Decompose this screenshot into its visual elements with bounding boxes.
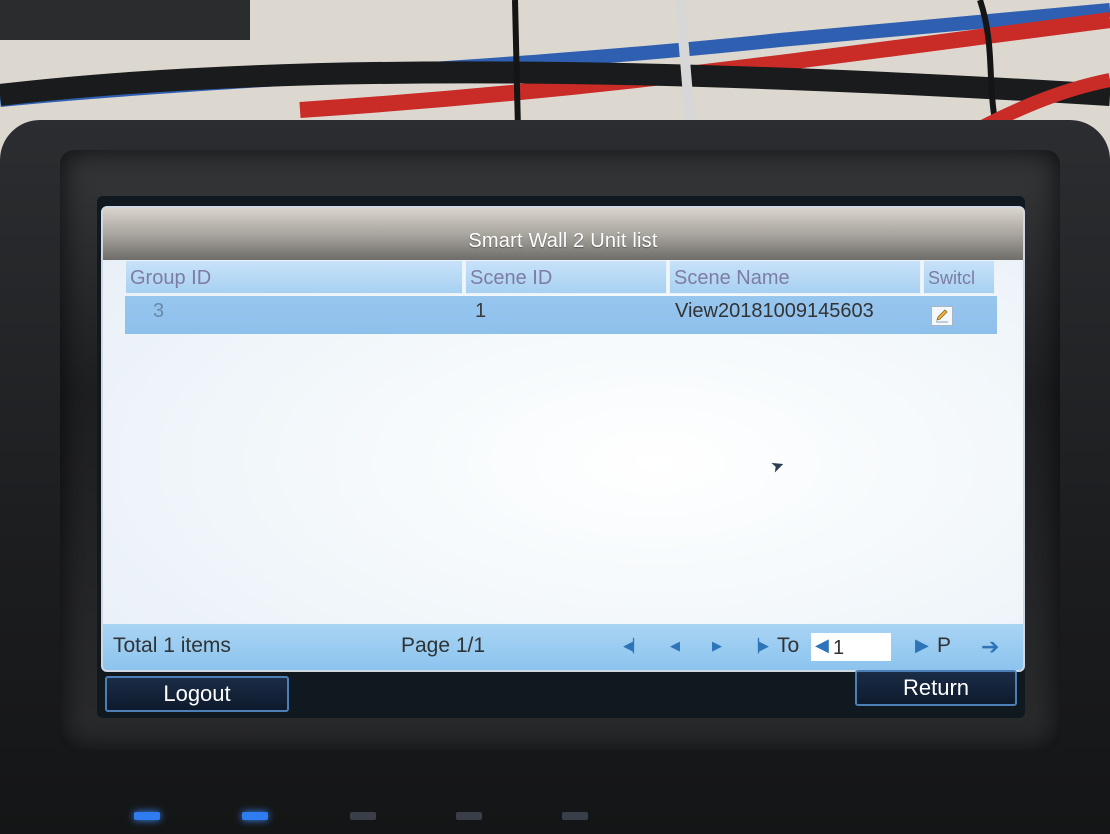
goto-decrement-icon[interactable]: ◀ <box>815 635 829 656</box>
go-icon[interactable]: ➔ <box>981 634 999 660</box>
title-bar: Smart Wall 2 Unit list <box>103 208 1023 260</box>
status-led <box>242 812 268 820</box>
page-suffix-label: P <box>937 634 952 657</box>
cell-scene-id: 1 <box>475 300 487 322</box>
pencil-icon <box>936 309 948 323</box>
edit-icon[interactable] <box>931 306 953 326</box>
window-title: Smart Wall 2 Unit list <box>468 230 658 252</box>
lcd-screen: Smart Wall 2 Unit list Group ID Scene ID… <box>97 196 1025 718</box>
first-page-icon[interactable]: ◀▏ <box>623 636 643 656</box>
tx-rx-led <box>350 812 376 820</box>
mouse-cursor-icon: ➤ <box>768 456 788 477</box>
logout-button[interactable]: Logout <box>105 676 289 712</box>
last-page-icon[interactable]: ▕▶ <box>749 636 769 656</box>
page-indicator: Page 1/1 <box>401 634 486 657</box>
cell-group-id: 3 <box>153 300 165 322</box>
alarm-led <box>562 812 588 820</box>
pagination-bar: Total 1 items Page 1/1 ◀▏ ◀ ▶ ▕▶ To ◀ ▶ … <box>103 624 1023 670</box>
power-led <box>134 812 160 820</box>
return-button[interactable]: Return <box>855 670 1017 706</box>
table-header: Group ID Scene ID Scene Name Switcl <box>125 260 997 294</box>
com-led <box>456 812 482 820</box>
cell-scene-name: View20181009145603 <box>675 300 874 322</box>
column-header-scene-id[interactable]: Scene ID <box>465 260 667 294</box>
column-header-scene-name[interactable]: Scene Name <box>669 260 921 294</box>
next-page-icon[interactable]: ▶ <box>707 636 727 656</box>
column-header-group-id[interactable]: Group ID <box>125 260 463 294</box>
prev-page-icon[interactable]: ◀ <box>665 636 685 656</box>
goto-label: To <box>777 634 800 657</box>
unit-list-panel: Smart Wall 2 Unit list Group ID Scene ID… <box>101 206 1025 672</box>
table-row[interactable]: 3 1 View20181009145603 <box>125 296 997 334</box>
total-items-label: Total 1 items <box>113 634 231 657</box>
goto-increment-icon[interactable]: ▶ <box>915 635 929 656</box>
column-header-switch[interactable]: Switcl <box>923 260 995 294</box>
